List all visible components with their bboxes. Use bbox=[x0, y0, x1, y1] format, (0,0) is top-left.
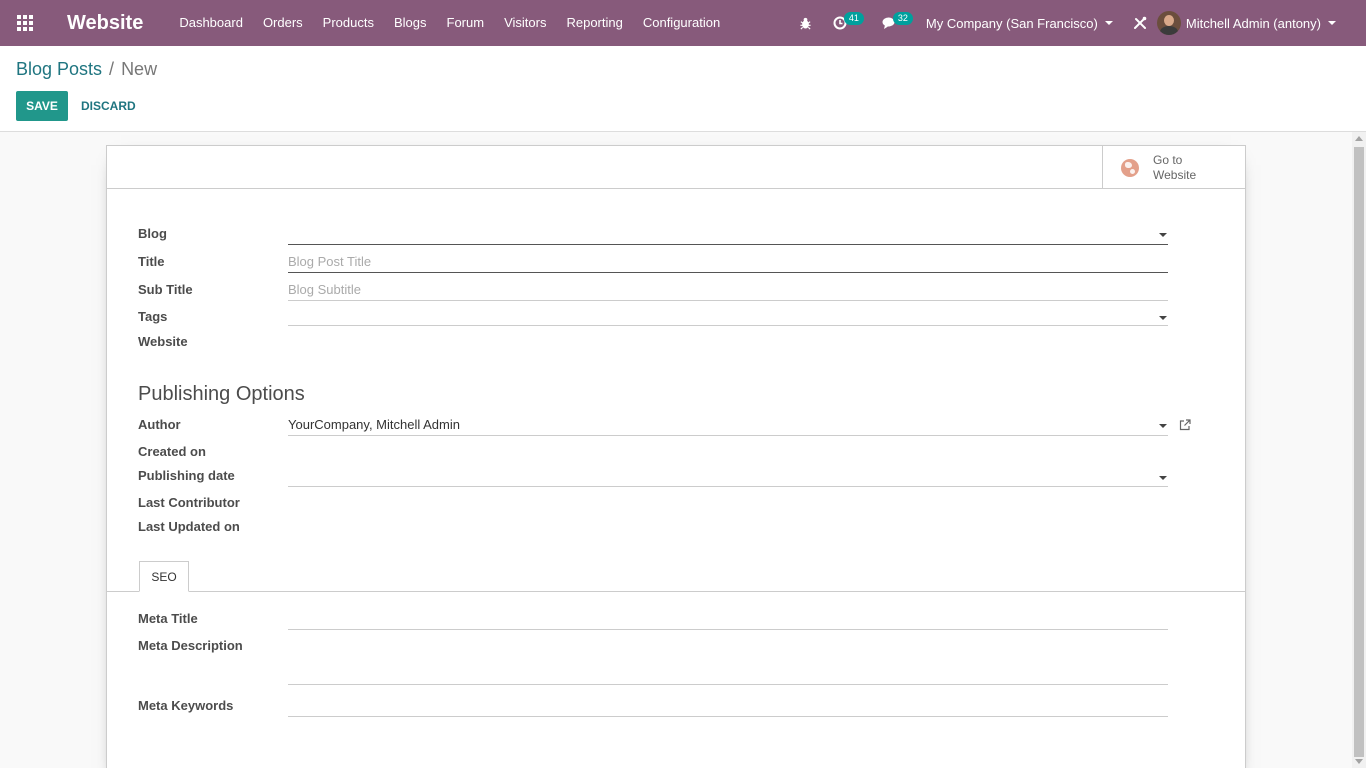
menu-item-reporting[interactable]: Reporting bbox=[556, 0, 632, 46]
top-navbar: Website Dashboard Orders Products Blogs … bbox=[0, 0, 1366, 46]
chevron-down-icon bbox=[1328, 21, 1336, 25]
title-input[interactable]: Blog Post Title bbox=[288, 254, 1168, 273]
menu-item-products[interactable]: Products bbox=[313, 0, 384, 46]
go-to-website-line2: Website bbox=[1153, 167, 1197, 182]
menu-item-forum[interactable]: Forum bbox=[437, 0, 495, 46]
publishing-options-title: Publishing Options bbox=[138, 383, 305, 405]
app-brand[interactable]: Website bbox=[67, 12, 143, 35]
author-select[interactable]: YourCompany, Mitchell Admin bbox=[288, 417, 1168, 436]
blog-select[interactable] bbox=[288, 226, 1168, 245]
subtitle-input[interactable]: Blog Subtitle bbox=[288, 282, 1168, 301]
subtitle-label: Sub Title bbox=[138, 282, 193, 297]
button-box: Go to Website bbox=[107, 146, 1245, 189]
breadcrumb-current: New bbox=[121, 59, 158, 79]
menu-item-blogs[interactable]: Blogs bbox=[384, 0, 437, 46]
meta-title-input[interactable] bbox=[288, 611, 1168, 630]
tab-seo[interactable]: SEO bbox=[139, 561, 189, 592]
breadcrumb: Blog Posts / New bbox=[16, 59, 157, 80]
menu-item-dashboard[interactable]: Dashboard bbox=[169, 0, 253, 46]
scroll-thumb[interactable] bbox=[1354, 147, 1364, 757]
apps-menu-icon[interactable] bbox=[0, 0, 50, 46]
title-placeholder: Blog Post Title bbox=[288, 254, 372, 269]
messages-icon[interactable]: 32 bbox=[870, 0, 916, 46]
chevron-down-icon[interactable] bbox=[1159, 424, 1167, 428]
chevron-down-icon[interactable] bbox=[1159, 233, 1167, 237]
company-name: My Company (San Francisco) bbox=[925, 15, 1098, 31]
activities-badge: 41 bbox=[843, 12, 864, 25]
publishing-date-input[interactable] bbox=[288, 468, 1168, 487]
external-link-icon[interactable] bbox=[1179, 419, 1191, 431]
systray: 41 32 My Company (San Francisco) Mitchel… bbox=[792, 0, 1366, 46]
meta-description-label: Meta Description bbox=[138, 638, 243, 653]
meta-title-label: Meta Title bbox=[138, 611, 198, 626]
website-label: Website bbox=[138, 334, 188, 349]
title-label: Title bbox=[138, 254, 165, 269]
chevron-down-icon bbox=[1104, 21, 1113, 25]
tags-label: Tags bbox=[138, 309, 168, 324]
last-updated-on-label: Last Updated on bbox=[138, 519, 240, 534]
form-sheet: Go to Website Blog Title Blog Post Title… bbox=[106, 145, 1246, 768]
chevron-down-icon[interactable] bbox=[1159, 316, 1167, 320]
save-button[interactable]: SAVE bbox=[16, 91, 68, 121]
main-menu: Dashboard Orders Products Blogs Forum Vi… bbox=[169, 0, 730, 46]
meta-keywords-label: Meta Keywords bbox=[138, 698, 234, 713]
created-on-label: Created on bbox=[138, 444, 206, 459]
blog-label: Blog bbox=[138, 226, 167, 241]
activities-icon[interactable]: 41 bbox=[820, 0, 870, 46]
scroll-down-arrow-icon[interactable] bbox=[1355, 759, 1363, 764]
publishing-date-label: Publishing date bbox=[138, 468, 235, 483]
avatar bbox=[1156, 11, 1181, 35]
user-name: Mitchell Admin (antony) bbox=[1185, 15, 1321, 31]
control-panel: Blog Posts / New SAVE DISCARD bbox=[0, 46, 1366, 132]
messages-badge: 32 bbox=[892, 12, 913, 25]
go-to-website-button[interactable]: Go to Website bbox=[1102, 146, 1245, 189]
go-to-website-line1: Go to bbox=[1153, 152, 1183, 167]
chevron-down-icon[interactable] bbox=[1159, 476, 1167, 480]
discard-button[interactable]: DISCARD bbox=[81, 99, 136, 113]
breadcrumb-separator: / bbox=[109, 59, 115, 79]
subtitle-placeholder: Blog Subtitle bbox=[288, 282, 361, 297]
last-contributor-label: Last Contributor bbox=[138, 495, 240, 510]
menu-item-visitors[interactable]: Visitors bbox=[494, 0, 556, 46]
menu-item-orders[interactable]: Orders bbox=[253, 0, 313, 46]
meta-keywords-input[interactable] bbox=[288, 698, 1168, 717]
author-value: YourCompany, Mitchell Admin bbox=[288, 417, 460, 432]
company-switcher[interactable]: My Company (San Francisco) bbox=[916, 0, 1123, 46]
tags-input[interactable] bbox=[288, 307, 1168, 326]
breadcrumb-blog-posts[interactable]: Blog Posts bbox=[16, 59, 102, 80]
globe-icon bbox=[1121, 158, 1139, 177]
tools-icon[interactable] bbox=[1123, 0, 1157, 46]
user-menu[interactable]: Mitchell Admin (antony) bbox=[1156, 11, 1366, 35]
author-label: Author bbox=[138, 417, 181, 432]
scroll-up-arrow-icon[interactable] bbox=[1355, 136, 1363, 141]
meta-description-input[interactable] bbox=[288, 638, 1168, 685]
tabs-divider bbox=[107, 591, 1245, 592]
vertical-scrollbar[interactable] bbox=[1352, 132, 1366, 768]
debug-icon[interactable] bbox=[792, 0, 820, 46]
menu-item-configuration[interactable]: Configuration bbox=[633, 0, 730, 46]
